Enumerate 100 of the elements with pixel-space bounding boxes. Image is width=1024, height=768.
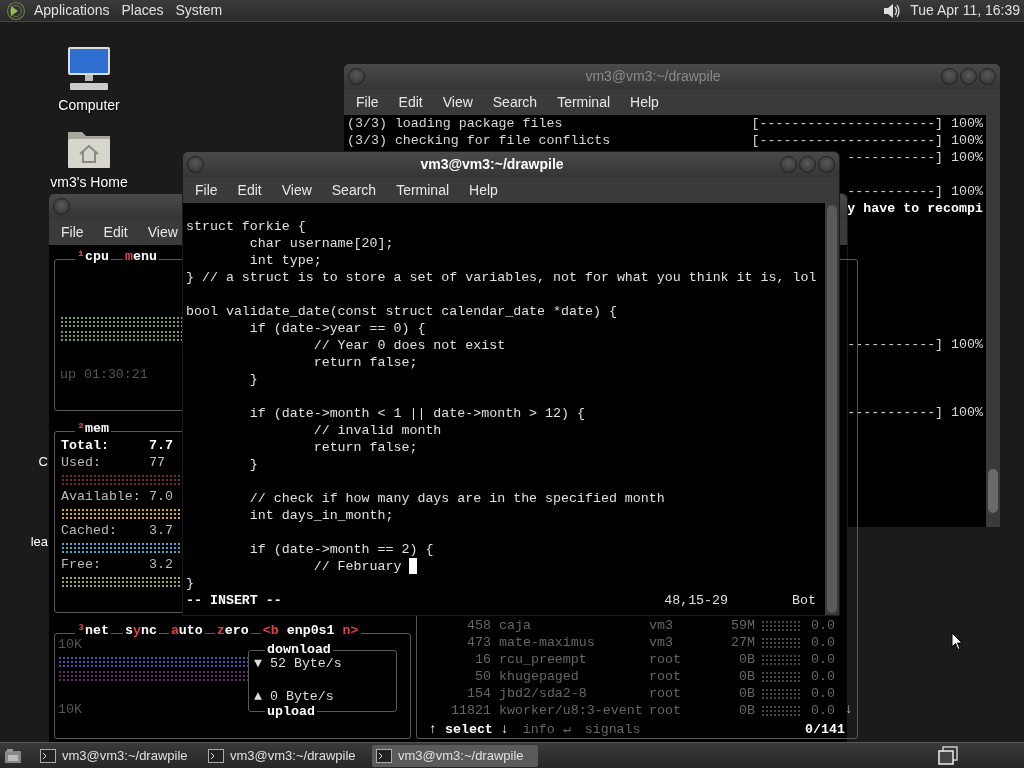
menu-item[interactable]: View — [273, 179, 320, 201]
cpu-cell: 0.0 — [811, 634, 835, 651]
process-name: kworker/u8:3-event — [499, 702, 644, 719]
cpu-cell: 0.0 — [811, 702, 835, 719]
process-name: mate-maximus — [499, 634, 596, 651]
code-line: return false; — [312, 354, 418, 371]
menu-item[interactable]: Terminal — [549, 91, 619, 113]
panel-menu[interactable]: Applications — [28, 0, 116, 21]
icon-label[interactable]: Computer — [58, 95, 120, 116]
memory-cell-text: 59M — [730, 617, 755, 634]
menu-item[interactable]: Help — [461, 179, 506, 201]
terminal-text: [----------------------] 100% — [751, 132, 983, 149]
mem-label: Available: — [61, 488, 142, 505]
memory-cell-text: 0B — [738, 668, 755, 685]
cpu-cell: 0.0 — [811, 685, 835, 702]
scale-label: 10K — [58, 701, 83, 718]
net-option: <b enp0s1 n> — [260, 622, 361, 639]
pid-cell-text: 154 — [466, 685, 491, 702]
menu-item[interactable]: Search — [323, 179, 385, 201]
maximize-button[interactable] — [960, 68, 977, 85]
mem-label: Free: — [61, 556, 102, 573]
footer-key[interactable]: ↑ select ↓ — [427, 721, 511, 738]
pid-cell-text: 11821 — [450, 702, 491, 719]
menu-item[interactable]: Search — [484, 91, 546, 113]
panel-menu[interactable]: System — [169, 0, 229, 21]
show-desktop-icon[interactable] — [4, 747, 22, 764]
mem-value: 77 — [149, 454, 165, 471]
volume-icon[interactable] — [882, 1, 903, 20]
mode-indicator: -- INSERT -- — [186, 592, 282, 609]
code-line: char username[20]; — [248, 235, 394, 252]
cpu-cell: 0.0 — [811, 651, 835, 668]
logo-icon[interactable] — [6, 0, 26, 21]
code-line: // Year 0 does not exist — [312, 337, 506, 354]
mem-label: Total: — [61, 437, 110, 454]
menu-item[interactable]: Edit — [95, 221, 136, 243]
terminal-text: -----------] 100% — [847, 149, 983, 166]
memory-cell-text: 27M — [730, 634, 755, 651]
icon-label[interactable]: C — [38, 452, 48, 472]
footer-key[interactable]: info ↵ — [520, 721, 573, 738]
upload-rate: ▲ 0 Byte/s — [254, 688, 335, 705]
user-cell-text: vm3 — [649, 617, 674, 634]
menu-item[interactable]: Edit — [390, 91, 431, 113]
taskbar-button[interactable]: vm3@vm3:~/drawpile — [204, 744, 370, 767]
mem-label: Cached: — [61, 522, 118, 539]
process-count: 0/141 — [804, 721, 846, 738]
process-name: caja — [499, 617, 532, 634]
code-line: int type; — [248, 252, 322, 269]
taskbar-button[interactable]: vm3@vm3:~/drawpile — [372, 744, 538, 767]
user-cell-text: root — [649, 668, 682, 685]
window-menu-button[interactable] — [187, 156, 204, 173]
code-line: if (date->year == 0) { — [248, 320, 426, 337]
menu-item[interactable]: File — [187, 179, 226, 201]
menu-item[interactable]: View — [434, 91, 481, 113]
workspace-icon[interactable] — [938, 745, 958, 766]
window-menu-button[interactable] — [53, 198, 70, 215]
scale-label: 10K — [58, 636, 83, 653]
panel-menu[interactable]: Places — [115, 0, 170, 21]
memory-bar-drawing — [761, 671, 801, 682]
icon-label[interactable]: lea — [30, 532, 48, 552]
memory-cell-text: 0B — [738, 702, 755, 719]
maximize-button[interactable] — [799, 156, 816, 173]
terminal-text: -----------] 100% — [847, 336, 983, 353]
menu-item[interactable]: File — [348, 91, 387, 113]
memory-bar-drawing — [761, 705, 801, 716]
menu-item[interactable]: View — [139, 221, 186, 243]
close-button[interactable] — [979, 68, 996, 85]
cursor-position: 48,15-29 — [664, 592, 729, 609]
menu-item[interactable]: Edit — [229, 179, 270, 201]
pid-cell-text: 16 — [474, 651, 491, 668]
code-line: int days_in_month; — [248, 507, 394, 524]
user-cell-text: root — [649, 651, 682, 668]
taskbar-button[interactable]: vm3@vm3:~/drawpile — [36, 744, 202, 767]
menu-item[interactable]: Terminal — [388, 179, 458, 201]
window-title: vm3@vm3:~/drawpile — [585, 67, 721, 86]
terminal-icon — [376, 748, 392, 763]
pid-cell-text: 50 — [474, 668, 491, 685]
minimize-button[interactable] — [941, 68, 958, 85]
clock[interactable]: Tue Apr 11, 16:39 — [910, 0, 1020, 21]
scrollbar[interactable] — [986, 115, 1000, 527]
scrollbar-thumb[interactable] — [988, 469, 998, 513]
close-button[interactable] — [818, 156, 835, 173]
icon-label[interactable]: vm3's Home — [50, 172, 128, 193]
menu-item[interactable]: Help — [622, 91, 667, 113]
box-label: upload — [265, 703, 317, 720]
code-line: if (date->month == 2) { — [248, 541, 434, 558]
window-menu-button[interactable] — [348, 68, 365, 85]
mem-value: 7.7 — [149, 437, 173, 454]
process-name: jbd2/sda2-8 — [499, 685, 588, 702]
code-line: // February — [312, 558, 403, 575]
user-cell-text: root — [649, 702, 682, 719]
footer-key[interactable]: signals — [582, 721, 643, 738]
code-line: } — [248, 456, 258, 473]
minimize-button[interactable] — [780, 156, 797, 173]
mem-value: 3.2 — [149, 556, 173, 573]
pid-cell-text: 473 — [466, 634, 491, 651]
terminal-text: (3/3) loading package files — [347, 115, 563, 132]
code-line: if (date->month < 1 || date->month > 12) { — [248, 405, 585, 422]
mem-value: 3.7 — [149, 522, 173, 539]
menu-item[interactable]: File — [53, 221, 92, 243]
panel-title: ¹cpu — [75, 248, 111, 265]
